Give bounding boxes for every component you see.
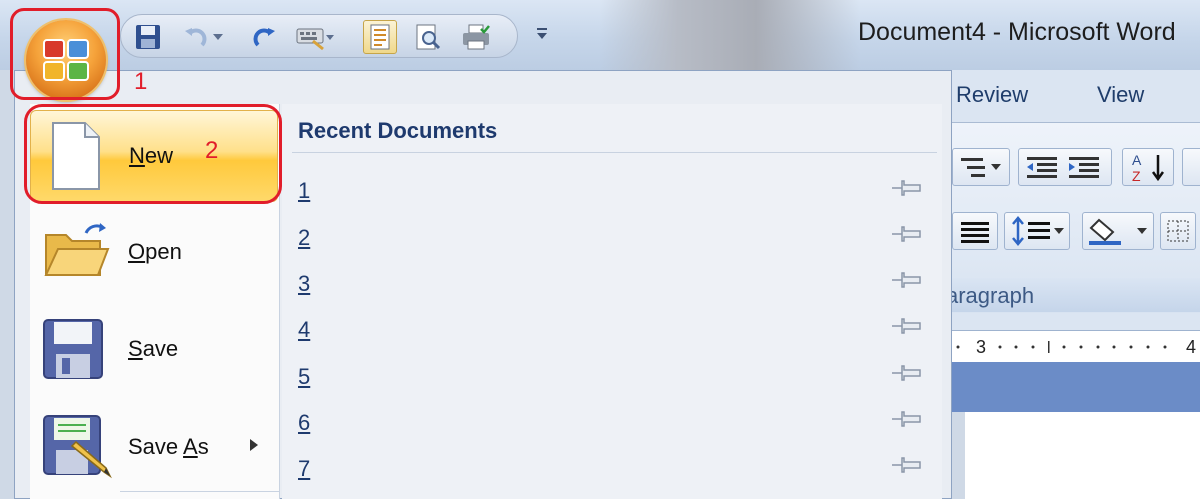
floppy-disk-icon xyxy=(136,25,160,49)
recent-document-1[interactable]: 1 xyxy=(298,178,310,204)
chevron-down-icon xyxy=(213,34,223,40)
annotation-box-2 xyxy=(24,104,282,204)
recent-document-6[interactable]: 6 xyxy=(298,410,310,436)
indent-buttons[interactable] xyxy=(1018,148,1112,186)
annotation-number-1: 1 xyxy=(134,68,148,95)
quick-access-toolbar xyxy=(120,14,518,58)
print-layout-button[interactable] xyxy=(363,20,397,54)
menu-item-open[interactable]: Open xyxy=(30,205,280,297)
menu-item-save-as[interactable]: Save As xyxy=(30,398,280,490)
print-preview-icon xyxy=(416,24,441,50)
sort-button[interactable]: A Z xyxy=(1122,148,1174,186)
customize-keyboard-button[interactable] xyxy=(293,20,337,54)
recent-document-7[interactable]: 7 xyxy=(298,456,310,482)
save-as-icon xyxy=(43,415,112,479)
ruler-label-4: 4 xyxy=(1186,337,1197,357)
quick-print-button[interactable] xyxy=(459,20,493,54)
group-label: aragraph xyxy=(946,283,1035,308)
redo-button[interactable] xyxy=(247,20,281,54)
menu-item-label: Open xyxy=(128,239,182,264)
multilevel-list-icon xyxy=(961,158,1001,177)
shading-button[interactable] xyxy=(1082,212,1154,250)
borders-icon xyxy=(1167,220,1189,242)
svg-text:A: A xyxy=(1132,152,1142,168)
recent-document-5[interactable]: 5 xyxy=(298,364,310,390)
justify-icon xyxy=(961,222,989,243)
line-spacing-icon xyxy=(1012,216,1064,246)
ruler-ticks xyxy=(956,341,1167,353)
justify-button[interactable] xyxy=(952,212,998,250)
customize-qat-button[interactable] xyxy=(532,24,552,44)
borders-button[interactable] xyxy=(1160,212,1196,250)
svg-text:Z: Z xyxy=(1132,168,1141,183)
recent-documents-panel xyxy=(282,104,942,499)
pin-icon[interactable] xyxy=(890,315,926,337)
folder-open-icon xyxy=(44,223,110,276)
sort-az-icon: A Z xyxy=(1132,152,1165,183)
ruler-label-3: 3 xyxy=(976,337,987,357)
paint-bucket-icon xyxy=(1089,218,1147,245)
pin-icon[interactable] xyxy=(890,223,926,245)
multilevel-list-button[interactable] xyxy=(952,148,1010,186)
menu-item-label: Save As xyxy=(128,434,209,459)
printer-icon xyxy=(463,24,490,50)
pin-icon[interactable] xyxy=(890,177,926,199)
recent-document-3[interactable]: 3 xyxy=(298,271,310,297)
tab-view[interactable]: View xyxy=(1097,82,1144,108)
document-page[interactable] xyxy=(965,412,1200,499)
annotation-box-1 xyxy=(10,8,120,100)
floppy-disk-icon xyxy=(43,319,103,379)
chevron-right-icon xyxy=(250,439,258,451)
menu-separator xyxy=(120,491,280,492)
line-spacing-button[interactable] xyxy=(1004,212,1070,250)
recent-separator xyxy=(292,152,937,153)
undo-icon xyxy=(185,28,207,47)
recent-document-4[interactable]: 4 xyxy=(298,317,310,343)
window-title: Document4 - Microsoft Word xyxy=(858,18,1176,46)
recent-document-2[interactable]: 2 xyxy=(298,225,310,251)
chevron-down-icon xyxy=(537,28,547,39)
undo-button[interactable] xyxy=(179,20,213,54)
indent-icon xyxy=(1027,157,1099,178)
repeat-icon xyxy=(253,28,275,47)
recent-documents-title: Recent Documents xyxy=(298,118,498,143)
pin-icon[interactable] xyxy=(890,408,926,430)
menu-item-save[interactable]: Save xyxy=(30,302,280,394)
pin-icon[interactable] xyxy=(890,454,926,476)
document-workspace xyxy=(950,362,1200,412)
horizontal-ruler[interactable] xyxy=(950,330,1200,364)
undo-dropdown[interactable] xyxy=(209,20,227,54)
save-button[interactable] xyxy=(131,20,165,54)
title-bar-blur xyxy=(600,0,860,70)
keyboard-icon xyxy=(296,28,334,51)
menu-item-label: Save xyxy=(128,336,179,361)
pin-icon[interactable] xyxy=(890,269,926,291)
tab-review[interactable]: Review xyxy=(956,82,1028,108)
page-layout-icon xyxy=(370,24,390,50)
show-hide-button[interactable] xyxy=(1182,148,1200,186)
print-preview-button[interactable] xyxy=(411,20,445,54)
annotation-number-2: 2 xyxy=(205,137,219,164)
pin-icon[interactable] xyxy=(890,362,926,384)
